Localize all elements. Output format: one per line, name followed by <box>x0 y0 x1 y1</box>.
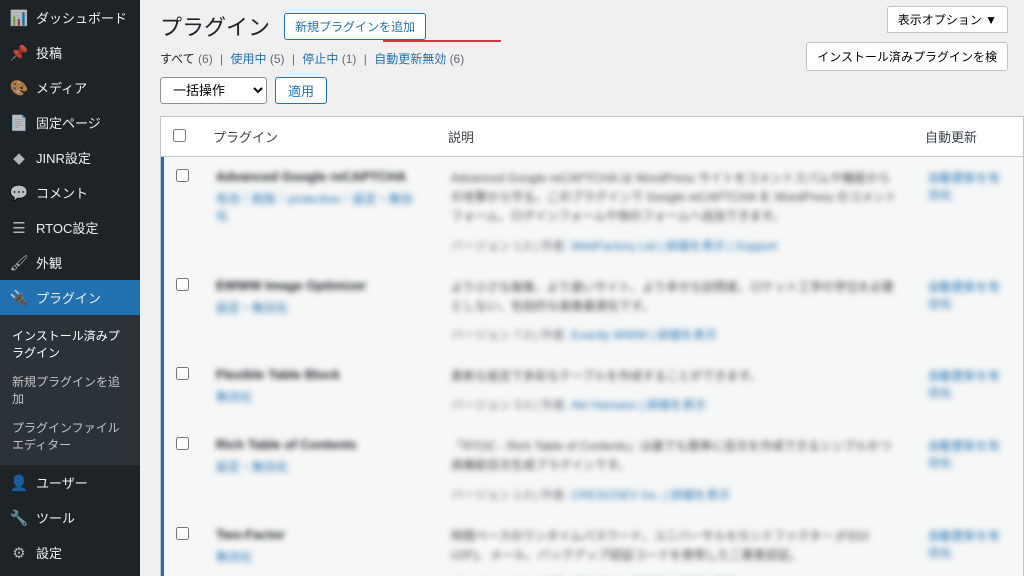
plugin-name: EWWW Image Optimizer <box>216 278 424 293</box>
row-checkbox[interactable] <box>176 527 189 540</box>
sidebar-item-collapse[interactable]: ◀メニューを閉じる <box>0 570 140 576</box>
col-auto: 自動更新 <box>913 117 1023 157</box>
sidebar-item-label: ツール <box>36 508 75 527</box>
filter-all-count: (6) <box>198 52 213 66</box>
plugin-name: Advanced Google reCAPTCHA <box>216 169 424 184</box>
comment-icon: 💬 <box>10 184 28 202</box>
wrench-icon: 🔧 <box>10 509 28 527</box>
col-desc: 説明 <box>436 117 913 157</box>
plugin-name: Two-Factor <box>216 527 424 542</box>
diamond-icon: ◆ <box>10 149 28 167</box>
sidebar-item-label: 設定 <box>36 543 62 562</box>
sidebar-item-label: メディア <box>36 78 87 97</box>
filter-active-count: (5) <box>270 52 285 66</box>
table-row: Rich Table of Contents 設定・無効化 「RTOC - Ri… <box>161 425 1023 514</box>
search-installed-button[interactable]: インストール済みプラグインを検 <box>806 42 1008 71</box>
table-row: Advanced Google reCAPTCHA 有効｜削除｜protecti… <box>161 157 1023 266</box>
filter-inactive[interactable]: 停止中 <box>302 52 338 66</box>
page-icon: 📄 <box>10 114 28 132</box>
sidebar-item-label: JINR設定 <box>36 148 91 167</box>
sidebar-item-jinr[interactable]: ◆ JINR設定 <box>0 140 140 175</box>
add-new-plugin-button[interactable]: 新規プラグインを追加 <box>284 13 426 40</box>
auto-update-toggle[interactable]: 自動更新を有効化 <box>928 169 1011 203</box>
sidebar-item-users[interactable]: 👤 ユーザー <box>0 465 140 500</box>
plugin-desc: 柔軟な設定で多彩なテーブルを作成することができます。 <box>451 367 901 386</box>
plugin-icon: 🔌 <box>10 289 28 307</box>
plugin-row-actions[interactable]: 無効化 <box>216 548 424 565</box>
bulk-action-select[interactable]: 一括操作 <box>160 77 267 104</box>
auto-update-toggle[interactable]: 自動更新を有効化 <box>928 437 1011 471</box>
page-title: プラグイン <box>160 10 270 42</box>
plugin-meta: バージョン 1.0 | 作者: WebFactory Ltd | 詳細を表示 |… <box>451 237 901 254</box>
plugin-row-actions[interactable]: 設定・無効化 <box>216 458 424 475</box>
bulk-actions: 一括操作 適用 <box>140 77 1024 116</box>
plugin-meta: バージョン 3.0 | 作者: Aki Hamano | 詳細を表示 <box>451 396 901 413</box>
sidebar-item-label: ダッシュボード <box>36 8 127 27</box>
table-row: Two-Factor 無効化 時間ベースのワンタイムパスワード、ユニバーサルセカ… <box>161 515 1023 576</box>
sidebar-sub-add-new[interactable]: 新規プラグインを追加 <box>0 367 140 413</box>
sidebar-submenu: インストール済みプラグイン 新規プラグインを追加 プラグインファイルエディター <box>0 315 140 465</box>
sidebar-item-pages[interactable]: 📄 固定ページ <box>0 105 140 140</box>
sidebar-item-tools[interactable]: 🔧 ツール <box>0 500 140 535</box>
sidebar-item-label: コメント <box>36 183 88 202</box>
filter-active[interactable]: 使用中 <box>231 52 267 66</box>
col-plugin: プラグイン <box>201 117 436 157</box>
table-row: EWWW Image Optimizer 設定・無効化 より小さな画像、より速い… <box>161 266 1023 355</box>
media-icon: 🎨 <box>10 79 28 97</box>
sidebar-item-label: 固定ページ <box>36 113 101 132</box>
sidebar-item-appearance[interactable]: 🖌 外観 <box>0 245 140 280</box>
plugin-meta: バージョン 7.0 | 作者: Exactly WWW | 詳細を表示 <box>451 326 901 343</box>
plugin-name: Rich Table of Contents <box>216 437 424 452</box>
sidebar-item-dashboard[interactable]: 📊 ダッシュボード <box>0 0 140 35</box>
bulk-apply-button[interactable]: 適用 <box>275 77 327 104</box>
plugin-desc: 「RTOC - Rich Table of Contents」は誰でも簡単に目次… <box>451 437 901 475</box>
row-checkbox[interactable] <box>176 169 189 182</box>
plugin-meta: バージョン 1.0 | 作者: CRESCDEV Inc. | 詳細を表示 <box>451 486 901 503</box>
plugin-desc: 時間ベースのワンタイムパスワード、ユニバーサルセカンドファクター (FIDO U… <box>451 527 901 565</box>
select-all-checkbox[interactable] <box>173 129 186 142</box>
sidebar-item-comments[interactable]: 💬 コメント <box>0 175 140 210</box>
gear-icon: ⚙ <box>10 544 28 562</box>
auto-update-toggle[interactable]: 自動更新を有効化 <box>928 278 1011 312</box>
row-checkbox[interactable] <box>176 278 189 291</box>
sidebar-item-plugins[interactable]: 🔌 プラグイン <box>0 280 140 315</box>
sidebar-item-label: 投稿 <box>36 43 62 62</box>
brush-icon: 🖌 <box>10 254 28 272</box>
filter-auto-off[interactable]: 自動更新無効 <box>374 52 446 66</box>
plugin-row-actions[interactable]: 設定・無効化 <box>216 299 424 316</box>
auto-update-toggle[interactable]: 自動更新を有効化 <box>928 527 1011 561</box>
list-icon: ☰ <box>10 219 28 237</box>
sidebar-item-label: 外観 <box>36 253 62 272</box>
row-checkbox[interactable] <box>176 367 189 380</box>
plugin-row-actions[interactable]: 有効｜削除｜protection｜設定・無効化 <box>216 190 424 224</box>
user-icon: 👤 <box>10 474 28 492</box>
plugin-name: Flexible Table Block <box>216 367 424 382</box>
row-checkbox[interactable] <box>176 437 189 450</box>
plugin-desc: より小さな画像、より速いサイト、より幸せな訪問者。ロケット工学の学位を必要としな… <box>451 278 901 316</box>
sidebar-item-label: プラグイン <box>36 288 101 307</box>
plugins-table: プラグイン 説明 自動更新 Advanced Google reCAPTCHA … <box>160 116 1024 576</box>
sidebar-item-media[interactable]: 🎨 メディア <box>0 70 140 105</box>
sidebar-sub-installed[interactable]: インストール済みプラグイン <box>0 321 140 367</box>
table-row: Flexible Table Block 無効化 柔軟な設定で多彩なテーブルを作… <box>161 355 1023 425</box>
plugin-row-actions[interactable]: 無効化 <box>216 388 424 405</box>
sidebar-sub-editor[interactable]: プラグインファイルエディター <box>0 413 140 459</box>
sidebar-item-label: RTOC設定 <box>36 218 98 237</box>
filter-auto-off-count: (6) <box>450 52 465 66</box>
sidebar-item-posts[interactable]: 📌 投稿 <box>0 35 140 70</box>
filter-inactive-count: (1) <box>342 52 357 66</box>
main-content: 表示オプション ▼ インストール済みプラグインを検 プラグイン 新規プラグインを… <box>140 0 1024 576</box>
screen-options-button[interactable]: 表示オプション ▼ <box>887 6 1008 33</box>
dashboard-icon: 📊 <box>10 9 28 27</box>
plugin-desc: Advanced Google reCAPTCHA は WordPress サイ… <box>451 169 901 227</box>
highlight-underline <box>383 40 501 42</box>
sidebar-item-rtoc[interactable]: ☰ RTOC設定 <box>0 210 140 245</box>
filter-all[interactable]: すべて <box>160 52 195 66</box>
sidebar-item-settings[interactable]: ⚙ 設定 <box>0 535 140 570</box>
admin-sidebar: 📊ダッシュボード 📌投稿 🎨メディア 📄固定ページ ◆JINR設定 💬コメント … <box>0 0 140 576</box>
sidebar-item-label: ユーザー <box>36 473 88 492</box>
pin-icon: 📌 <box>10 44 28 62</box>
auto-update-toggle[interactable]: 自動更新を有効化 <box>928 367 1011 401</box>
